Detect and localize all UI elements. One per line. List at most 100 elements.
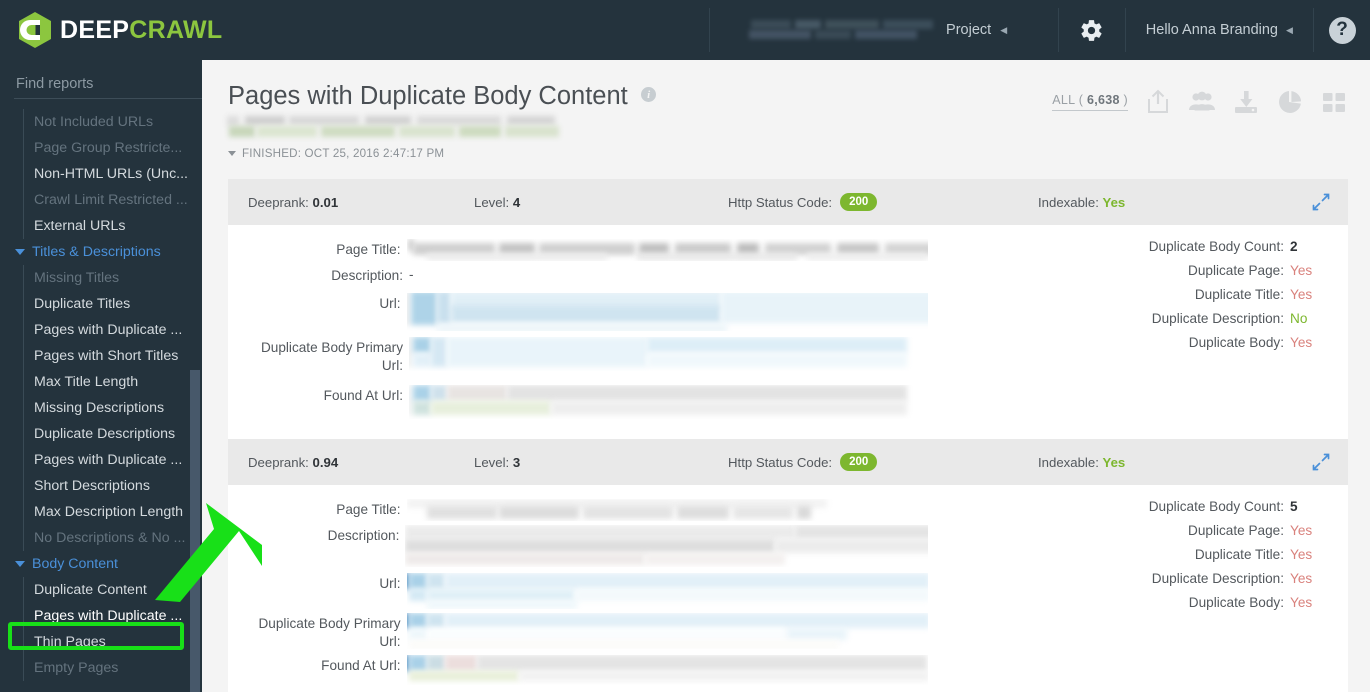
indexable-field: Indexable: Yes <box>1038 195 1326 210</box>
duplicate-title-value: Yes <box>1290 547 1313 562</box>
header-toolbar: ALL ( 6,638 ) <box>1052 88 1348 116</box>
project-selector[interactable]: Project ◀ <box>710 0 1057 60</box>
field-duplicate-page: Duplicate Page: Yes <box>928 263 1324 278</box>
sidebar-group-body-content[interactable]: Body Content <box>0 551 202 577</box>
brand-logo[interactable]: DEEPCRAWL <box>0 0 709 60</box>
duplicate-body-primary-url-value-redacted <box>406 613 928 649</box>
result-card: Deeprank: 0.01 Level: 4 Http Status Code… <box>228 179 1348 439</box>
duplicate-description-value: Yes <box>1290 571 1313 586</box>
page-title-label: Page Title: <box>336 242 401 257</box>
card-right-column: Duplicate Body Count: 5 Duplicate Page: Ye… <box>928 499 1348 689</box>
all-count-value: 6,638 <box>1086 93 1120 107</box>
level-label: Level: <box>474 454 510 470</box>
share-icon[interactable] <box>1144 88 1172 116</box>
card-left-column: Page Title: <box>228 239 928 423</box>
field-url: Url: <box>248 573 928 609</box>
duplicate-body-count-value: 2 <box>1290 239 1298 254</box>
sidebar-item-duplicate-content[interactable]: Duplicate Content <box>24 577 202 603</box>
field-url: Url: <box>248 293 928 331</box>
sidebar-scrollbar-thumb[interactable] <box>190 370 200 692</box>
duplicate-body-value: Yes <box>1290 595 1313 610</box>
page-title-value-redacted <box>406 499 928 521</box>
chevron-left-icon: ◀ <box>1286 24 1293 35</box>
field-description: Description: <box>248 525 928 567</box>
results-list: Deeprank: 0.01 Level: 4 Http Status Code… <box>228 179 1348 692</box>
sidebar-item-crawl-limit-restricted[interactable]: Crawl Limit Restricted ... <box>24 187 202 213</box>
top-bar: DEEPCRAWL Project ◀ Hello Anna Branding … <box>0 0 1370 60</box>
account-menu[interactable]: Hello Anna Branding ◀ <box>1126 0 1314 60</box>
sidebar-group-label: Titles & Descriptions <box>32 244 161 260</box>
people-icon[interactable] <box>1188 88 1216 116</box>
field-duplicate-body-primary-url: Duplicate Body Primary Url: <box>248 337 928 375</box>
duplicate-page-value: Yes <box>1290 263 1313 278</box>
sidebar-item-duplicate-descriptions[interactable]: Duplicate Descriptions <box>24 421 202 447</box>
duplicate-body-label: Duplicate Body: <box>1188 335 1284 350</box>
sidebar-item-no-descriptions-no[interactable]: No Descriptions & No ... <box>24 525 202 551</box>
sidebar-item-pages-with-short-titles[interactable]: Pages with Short Titles <box>24 343 202 369</box>
description-label: Description: <box>327 528 400 543</box>
page-title: Pages with Duplicate Body Content <box>228 82 628 110</box>
brand-crawl: CRAWL <box>129 15 223 44</box>
expand-icon[interactable] <box>1312 193 1330 211</box>
settings-button[interactable] <box>1059 0 1125 60</box>
all-label: ALL ( <box>1052 93 1084 107</box>
help-button[interactable]: ? <box>1314 0 1370 60</box>
grid-view-icon[interactable] <box>1320 88 1348 116</box>
sidebar-item-max-title-length[interactable]: Max Title Length <box>24 369 202 395</box>
account-label: Hello Anna Branding <box>1145 22 1278 38</box>
crawl-status[interactable]: FINISHED: OCT 25, 2016 2:47:17 PM <box>228 147 1370 160</box>
sidebar-item-external-urls[interactable]: External URLs <box>24 213 202 239</box>
level-value: 3 <box>512 454 521 470</box>
app-root: DEEPCRAWL Project ◀ Hello Anna Branding … <box>0 0 1370 692</box>
sidebar-item-max-description-length[interactable]: Max Description Length <box>24 499 202 525</box>
result-card-body: Page Title: <box>228 485 1348 692</box>
sidebar-group-titles-descriptions[interactable]: Titles & Descriptions <box>0 239 202 265</box>
duplicate-body-count-value: 5 <box>1290 499 1298 514</box>
duplicate-body-value: Yes <box>1290 335 1313 350</box>
http-status-field: Http Status Code: 200 <box>728 193 1038 211</box>
duplicate-page-value: Yes <box>1290 523 1313 538</box>
sidebar-item-empty-pages[interactable]: Empty Pages <box>24 655 202 681</box>
field-description: Description: - <box>248 265 928 285</box>
sidebar-item-pages-with-duplicate-titles[interactable]: Pages with Duplicate ... <box>24 317 202 343</box>
download-icon[interactable] <box>1232 88 1260 116</box>
sidebar-item-pages-with-duplicate-descriptions[interactable]: Pages with Duplicate ... <box>24 447 202 473</box>
nav-group-top: Not Included URLs Page Group Restricte..… <box>23 109 202 239</box>
find-reports-input[interactable] <box>14 76 202 99</box>
result-card-header: Deeprank: 0.01 Level: 4 Http Status Code… <box>228 179 1348 225</box>
field-duplicate-description: Duplicate Description: Yes <box>928 571 1324 586</box>
level-label: Level: <box>474 194 510 210</box>
url-label: Url: <box>379 576 401 591</box>
duplicate-page-label: Duplicate Page: <box>1188 523 1284 538</box>
gear-icon <box>1079 18 1104 43</box>
sidebar-item-missing-descriptions[interactable]: Missing Descriptions <box>24 395 202 421</box>
info-icon[interactable]: i <box>641 87 657 102</box>
all-label-close: ) <box>1123 93 1128 107</box>
field-found-at-url: Found At Url: <box>248 385 928 419</box>
all-count-filter[interactable]: ALL ( 6,638 ) <box>1052 93 1128 111</box>
project-label: Project <box>946 22 992 38</box>
duplicate-body-count-label: Duplicate Body Count: <box>1148 499 1284 514</box>
sidebar-item-non-html-urls[interactable]: Non-HTML URLs (Unc... <box>24 161 202 187</box>
found-at-url-label: Found At Url: <box>323 388 403 403</box>
description-value-redacted <box>405 525 928 567</box>
sidebar-item-short-descriptions[interactable]: Short Descriptions <box>24 473 202 499</box>
sidebar-search-row <box>0 60 202 99</box>
sidebar-nav: Not Included URLs Page Group Restricte..… <box>0 109 202 681</box>
field-page-title: Page Title: <box>248 239 928 261</box>
expand-icon[interactable] <box>1312 453 1330 471</box>
sidebar-item-page-group-restricted[interactable]: Page Group Restricte... <box>24 135 202 161</box>
card-right-column: Duplicate Body Count: 2 Duplicate Page: Ye… <box>928 239 1348 423</box>
chevron-down-icon <box>15 561 25 567</box>
http-status-field: Http Status Code: 200 <box>728 453 1038 471</box>
level-value: 4 <box>512 194 521 210</box>
main-content: Pages with Duplicate Body Content i FINI… <box>202 60 1370 692</box>
sidebar-item-not-included-urls[interactable]: Not Included URLs <box>24 109 202 135</box>
url-value-redacted <box>406 573 928 609</box>
page-title-label: Page Title: <box>336 502 401 517</box>
pie-chart-icon[interactable] <box>1276 88 1304 116</box>
sidebar-item-missing-titles[interactable]: Missing Titles <box>24 265 202 291</box>
help-icon: ? <box>1328 16 1356 44</box>
sidebar-item-duplicate-titles[interactable]: Duplicate Titles <box>24 291 202 317</box>
nav-group-titles: Missing Titles Duplicate Titles Pages wi… <box>23 265 202 551</box>
